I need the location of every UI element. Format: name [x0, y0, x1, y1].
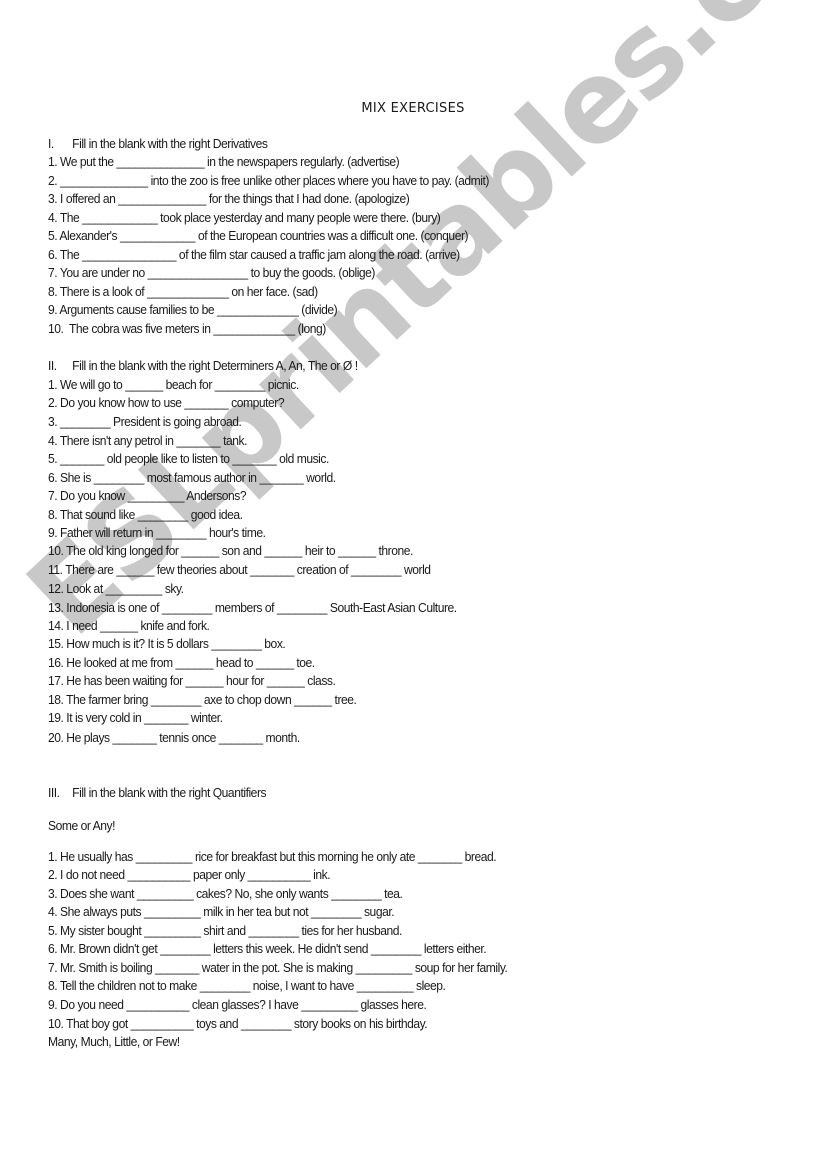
- exercise-item: 8. There is a look of _____________ on h…: [48, 284, 318, 299]
- exercise-item: 9. Father will return in ________ hour's…: [48, 525, 266, 540]
- exercise-item: 6. The _______________ of the film star …: [48, 247, 460, 262]
- exercise-item: 9. Do you need __________ clean glasses?…: [48, 997, 427, 1012]
- exercise-item: 6. Mr. Brown didn't get ________ letters…: [48, 941, 487, 956]
- section-heading: III. Fill in the blank with the right Qua…: [48, 785, 267, 801]
- exercise-item: 7. You are under no ________________ to …: [48, 265, 375, 280]
- exercise-item: 3. I offered an ______________ for the t…: [48, 191, 410, 206]
- exercise-item: 5. My sister bought _________ shirt and …: [48, 923, 402, 938]
- exercise-item: 14. I need ______ knife and fork.: [48, 618, 210, 633]
- exercise-item: 6. She is ________ most famous author in…: [48, 470, 336, 485]
- section-number: II.: [48, 358, 57, 373]
- section-heading-text: Fill in the blank with the right Derivat…: [72, 136, 268, 151]
- exercise-item: 1. He usually has _________ rice for bre…: [48, 849, 497, 864]
- section-heading-text: Fill in the blank with the right Determi…: [72, 358, 358, 373]
- section-heading-text: Fill in the blank with the right Quantif…: [72, 785, 267, 800]
- exercise-item: 10. The cobra was five meters in _______…: [48, 321, 326, 336]
- exercise-item: 5. Alexander's ____________ of the Europ…: [48, 228, 469, 243]
- section-footer: Many, Much, Little, or Few!: [48, 1034, 180, 1049]
- exercise-item: 2. ______________ into the zoo is free u…: [48, 173, 489, 188]
- exercise-item: 12. Look at _________ sky.: [48, 581, 184, 596]
- exercise-item: 2. I do not need __________ paper only _…: [48, 867, 331, 882]
- exercise-item: 4. There isn't any petrol in _______ tan…: [48, 433, 247, 448]
- exercise-item: 4. The ____________ took place yesterday…: [48, 210, 441, 225]
- exercise-item: 16. He looked at me from ______ head to …: [48, 655, 315, 670]
- section-subheading: Some or Any!: [48, 818, 116, 833]
- page-title-text: MIX EXERCISES: [361, 101, 465, 116]
- exercise-item: 10. The old king longed for ______ son a…: [48, 543, 413, 558]
- exercise-item: 11. There are ______ few theories about …: [48, 562, 431, 577]
- exercise-item: 9. Arguments cause families to be ______…: [48, 302, 338, 317]
- exercise-item: 8. That sound like ________ good idea.: [48, 507, 243, 522]
- section-number: I.: [48, 136, 54, 151]
- exercise-item: 5. _______ old people like to listen to …: [48, 451, 329, 466]
- exercise-item: 18. The farmer bring ________ axe to cho…: [48, 692, 357, 707]
- section-heading: II. Fill in the blank with the right Dete…: [48, 358, 358, 374]
- exercise-item: 7. Mr. Smith is boiling _______ water in…: [48, 960, 508, 975]
- exercise-item: 20. He plays _______ tennis once _______…: [48, 730, 300, 745]
- page-title: MIX EXERCISES: [0, 101, 826, 116]
- exercise-item: 2. Do you know how to use _______ comput…: [48, 395, 285, 410]
- exercise-item: 1. We will go to ______ beach for ______…: [48, 377, 299, 392]
- exercise-item: 8. Tell the children not to make _______…: [48, 978, 446, 993]
- exercise-item: 3. ________ President is going abroad.: [48, 414, 242, 429]
- section-heading: I. Fill in the blank with the right Deriv…: [48, 136, 268, 152]
- exercise-item: 7. Do you know _________ Andersons?: [48, 488, 247, 503]
- exercise-item: 17. He has been waiting for ______ hour …: [48, 673, 336, 688]
- exercise-item: 4. She always puts _________ milk in her…: [48, 904, 395, 919]
- exercise-item: 13. Indonesia is one of ________ members…: [48, 600, 457, 615]
- section-number: III.: [48, 785, 60, 800]
- exercise-item: 19. It is very cold in _______ winter.: [48, 710, 223, 725]
- exercise-item: 15. How much is it? It is 5 dollars ____…: [48, 636, 286, 651]
- exercise-item: 10. That boy got __________ toys and ___…: [48, 1016, 428, 1031]
- exercise-item: 3. Does she want _________ cakes? No, sh…: [48, 886, 403, 901]
- exercise-item: 1. We put the ______________ in the news…: [48, 154, 400, 169]
